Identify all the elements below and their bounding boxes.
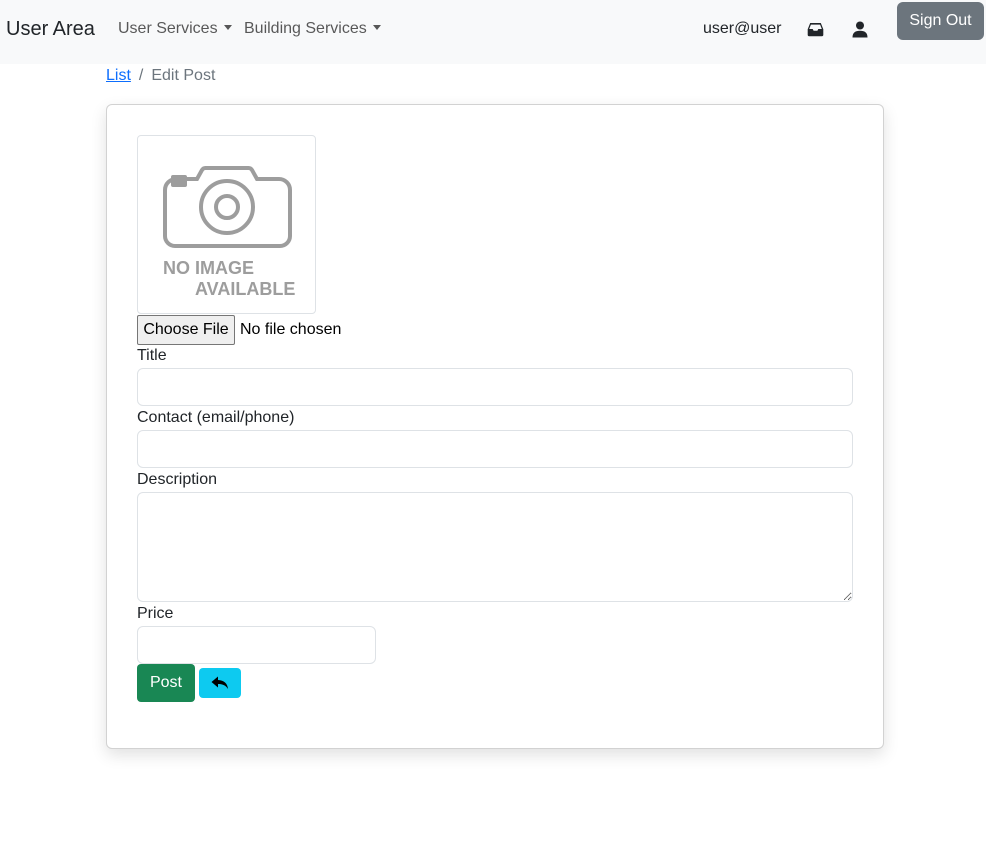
chevron-down-icon [223,25,232,30]
breadcrumb-separator: / [138,67,144,84]
contact-input[interactable] [137,430,853,468]
post-button[interactable]: Post [137,664,195,702]
chevron-down-icon [372,25,381,30]
reply-icon [211,676,228,689]
title-input[interactable] [137,368,853,406]
no-image-text-2: AVAILABLE [195,279,295,299]
description-textarea[interactable] [137,492,853,602]
breadcrumb-current: Edit Post [151,67,216,84]
back-button[interactable] [199,668,241,698]
choose-file-button[interactable]: Choose File [137,315,235,345]
edit-post-card: NO IMAGE AVAILABLE Choose File No file c… [106,104,884,749]
user-services-label: User Services [118,20,218,37]
file-status: No file chosen [240,321,342,338]
no-image-text-1: NO IMAGE [163,258,254,278]
top-navbar: User Area User Services Building Service… [0,0,986,64]
user-email: user@user [703,20,782,37]
contact-label: Contact (email/phone) [137,409,295,426]
breadcrumb: List / Edit Post [106,66,215,86]
price-input[interactable] [137,626,376,664]
title-label: Title [137,347,167,364]
inbox-icon[interactable] [805,19,825,39]
user-services-dropdown[interactable]: User Services [118,19,232,39]
post-image-preview: NO IMAGE AVAILABLE [137,135,316,314]
user-icon[interactable] [850,19,870,39]
building-services-label: Building Services [244,20,367,37]
price-label: Price [137,605,174,622]
sign-out-button[interactable]: Sign Out [897,2,984,40]
file-input[interactable]: Choose File No file chosen [137,315,341,345]
camera-icon: NO IMAGE AVAILABLE [163,166,295,299]
building-services-dropdown[interactable]: Building Services [244,19,381,39]
breadcrumb-list-link[interactable]: List [106,67,131,84]
description-label: Description [137,471,218,488]
brand-title[interactable]: User Area [6,17,95,41]
